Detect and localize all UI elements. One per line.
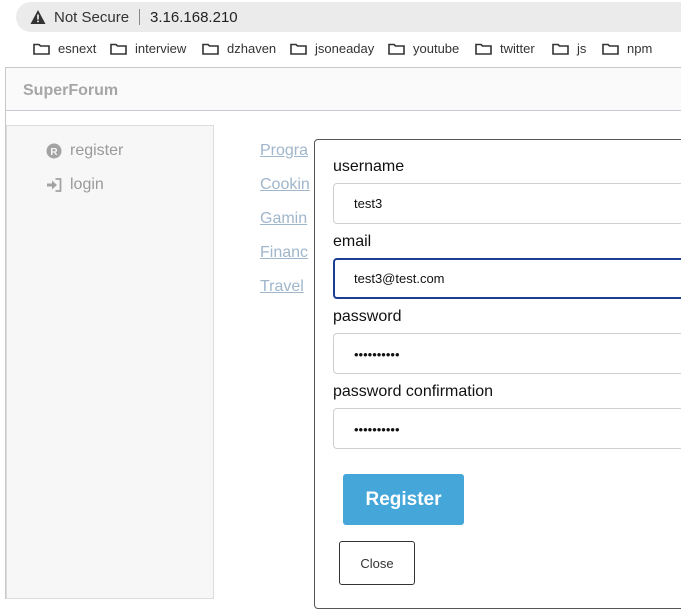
password-confirmation-label: password confirmation xyxy=(333,383,494,400)
folder-icon xyxy=(552,43,569,55)
username-input[interactable] xyxy=(333,183,681,224)
sidebar-item-login[interactable]: login xyxy=(46,176,104,194)
category-link-cooking[interactable]: Cookin xyxy=(260,176,310,194)
bookmark-label: youtube xyxy=(413,40,460,56)
security-status: Not Secure xyxy=(54,8,130,26)
bookmark-label: twitter xyxy=(500,40,535,56)
bookmark-esnext[interactable]: esnext xyxy=(33,41,96,56)
folder-icon xyxy=(202,43,219,55)
email-input[interactable] xyxy=(333,258,681,299)
category-link-finance[interactable]: Financ xyxy=(260,244,308,262)
app-navbar: SuperForum xyxy=(6,68,681,111)
folder-icon xyxy=(110,43,127,55)
password-mask: •••••••••• xyxy=(354,347,400,362)
sidebar-item-label: login xyxy=(70,176,104,193)
folder-icon xyxy=(290,43,307,55)
folder-icon xyxy=(602,43,619,55)
folder-icon xyxy=(33,43,50,55)
warning-icon xyxy=(30,10,46,24)
bookmark-interview[interactable]: interview xyxy=(110,41,186,56)
bookmark-npm[interactable]: npm xyxy=(602,41,652,56)
browser-chrome: Not Secure 3.16.168.210 esnext interview… xyxy=(0,0,681,66)
password-confirmation-input[interactable]: •••••••••• xyxy=(333,408,681,449)
bookmark-js[interactable]: js xyxy=(552,41,586,56)
bookmark-label: interview xyxy=(135,40,187,56)
category-link-programming[interactable]: Progra xyxy=(260,142,308,160)
svg-text:R: R xyxy=(50,147,58,158)
address-divider xyxy=(139,9,141,25)
folder-icon xyxy=(475,43,492,55)
category-link-travel[interactable]: Travel xyxy=(260,278,304,296)
password-confirmation-mask: •••••••••• xyxy=(354,422,400,437)
bookmark-twitter[interactable]: twitter xyxy=(475,41,535,56)
bookmark-youtube[interactable]: youtube xyxy=(388,41,459,56)
email-label: email xyxy=(333,233,372,250)
bookmark-dzhaven[interactable]: dzhaven xyxy=(202,41,276,56)
bookmarks-bar: esnext interview dzhaven jsoneaday youtu… xyxy=(0,36,681,60)
registration-modal: username email password •••••••••• passw… xyxy=(314,139,681,609)
close-button[interactable]: Close xyxy=(339,541,415,585)
username-label: username xyxy=(333,158,405,175)
address-bar[interactable]: Not Secure 3.16.168.210 xyxy=(16,2,681,32)
bookmark-label: jsoneaday xyxy=(315,40,375,56)
sign-in-icon xyxy=(47,178,62,192)
password-label: password xyxy=(333,308,402,325)
category-link-gaming[interactable]: Gamin xyxy=(260,210,307,228)
bookmark-label: js xyxy=(577,40,587,56)
register-button[interactable]: Register xyxy=(343,474,464,525)
bookmark-label: npm xyxy=(627,40,653,56)
sidebar-item-label: register xyxy=(70,142,124,159)
bookmark-label: esnext xyxy=(58,40,97,56)
registered-icon: R xyxy=(46,143,62,159)
left-sidebar xyxy=(6,125,214,599)
password-input[interactable]: •••••••••• xyxy=(333,333,681,374)
brand-logo-text[interactable]: SuperForum xyxy=(23,82,118,100)
bookmark-jsoneaday[interactable]: jsoneaday xyxy=(290,41,374,56)
sidebar-item-register[interactable]: R register xyxy=(46,142,123,160)
bookmark-label: dzhaven xyxy=(227,40,277,56)
folder-icon xyxy=(388,43,405,55)
url-text[interactable]: 3.16.168.210 xyxy=(150,9,238,26)
